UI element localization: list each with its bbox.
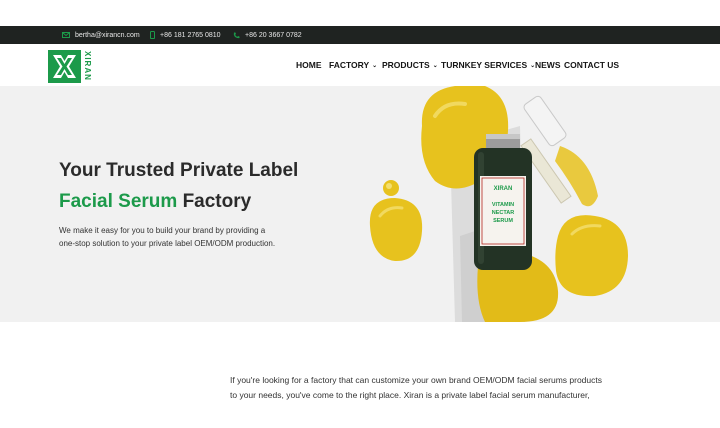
- mobile-text: +86 181 2765 0810: [160, 31, 221, 39]
- bottle-brand-text: XIRAN: [494, 186, 513, 192]
- nav-factory[interactable]: FACTORY ⌄: [329, 44, 377, 86]
- phone-icon: [233, 32, 240, 38]
- svg-text:VITAMIN: VITAMIN: [492, 202, 514, 208]
- email-contact[interactable]: bertha@xirancn.com: [62, 26, 140, 44]
- intro-paragraph: If you're looking for a factory that can…: [230, 375, 602, 400]
- serum-product-image: XIRAN VITAMIN NECTAR SERUM: [369, 86, 628, 322]
- phone-text: +86 20 3667 0782: [245, 31, 302, 39]
- logo[interactable]: XIRAN: [48, 49, 96, 83]
- site-header: XIRAN HOME FACTORY ⌄ PRODUCTS ⌄ TURNKEY …: [0, 44, 720, 86]
- nav-turnkey-label: TURNKEY SERVICES: [441, 60, 528, 70]
- nav-news[interactable]: NEWS: [535, 44, 561, 86]
- envelope-icon: [62, 32, 70, 38]
- nav-factory-label: FACTORY: [329, 60, 370, 70]
- top-contact-bar: bertha@xirancn.com +86 181 2765 0810 +86…: [0, 26, 720, 44]
- nav-products[interactable]: PRODUCTS ⌄: [382, 44, 438, 86]
- logo-text: XIRAN: [83, 51, 92, 81]
- hero-banner: Your Trusted Private Label Facial Serum …: [0, 86, 720, 322]
- nav-products-label: PRODUCTS: [382, 60, 430, 70]
- email-text: bertha@xirancn.com: [75, 31, 140, 39]
- logo-mark: [48, 49, 81, 83]
- svg-text:NECTAR: NECTAR: [492, 210, 515, 216]
- hero-description: We make it easy for you to build your br…: [59, 226, 276, 248]
- chevron-down-icon: ⌄: [432, 62, 438, 69]
- hero-title-highlight: Facial Serum: [59, 191, 178, 212]
- nav-contact-us[interactable]: CONTACT US: [564, 44, 619, 86]
- hero-title-line2: Facial Serum Factory: [59, 191, 251, 213]
- phone-contact[interactable]: +86 20 3667 0782: [233, 26, 302, 44]
- chevron-down-icon: ⌄: [372, 62, 378, 69]
- hero-title-line1: Your Trusted Private Label: [59, 160, 299, 181]
- svg-text:SERUM: SERUM: [493, 218, 513, 224]
- nav-home[interactable]: HOME: [296, 44, 322, 86]
- nav-turnkey-services[interactable]: TURNKEY SERVICES ⌄: [441, 44, 535, 86]
- nav-home-label: HOME: [296, 60, 322, 70]
- nav-news-label: NEWS: [535, 60, 561, 70]
- mobile-icon: [150, 31, 155, 39]
- hero-title-rest: Factory: [182, 191, 252, 212]
- mobile-contact[interactable]: +86 181 2765 0810: [150, 26, 221, 44]
- nav-contact-label: CONTACT US: [564, 60, 620, 70]
